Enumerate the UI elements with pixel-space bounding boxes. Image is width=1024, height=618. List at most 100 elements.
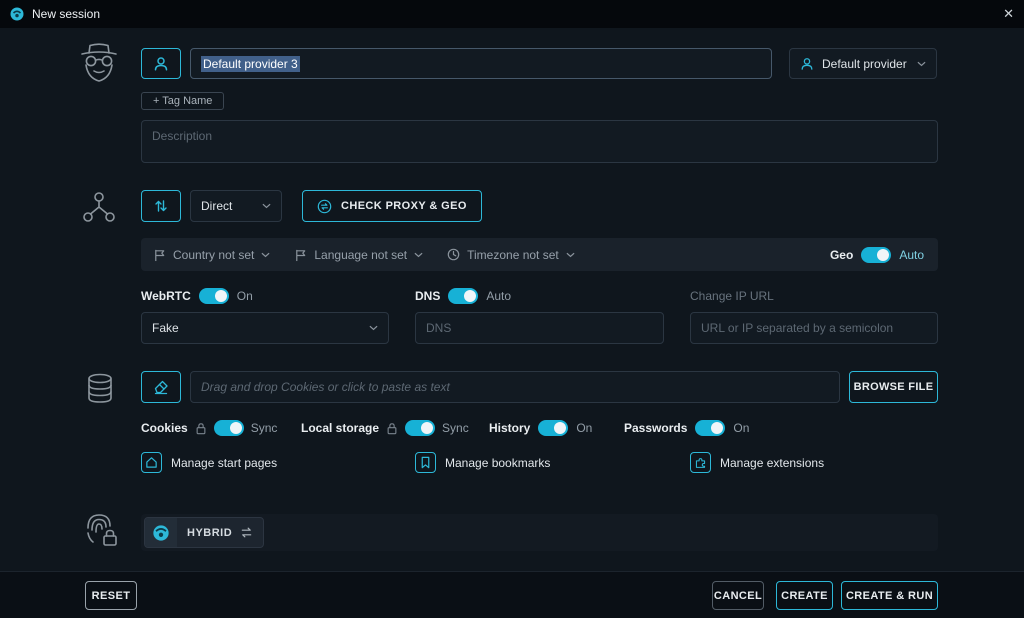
geo-state: Auto bbox=[899, 248, 924, 262]
chevron-down-icon bbox=[261, 252, 270, 258]
language-select[interactable]: Language not set bbox=[294, 248, 423, 262]
local-storage-sync-toggle[interactable] bbox=[405, 420, 435, 436]
profile-icon-button[interactable] bbox=[141, 48, 181, 79]
clock-icon bbox=[447, 248, 460, 261]
country-select[interactable]: Country not set bbox=[153, 248, 270, 262]
bookmark-icon bbox=[415, 452, 436, 473]
new-session-dialog: New session ✕ D bbox=[0, 0, 1024, 618]
cookies-sync-toggle[interactable] bbox=[214, 420, 244, 436]
lock-icon bbox=[386, 422, 398, 435]
fingerprint-mode-button[interactable]: HYBRID bbox=[144, 517, 264, 548]
chevron-down-icon bbox=[262, 203, 271, 209]
home-icon bbox=[141, 452, 162, 473]
passwords-state: On bbox=[733, 421, 749, 435]
puzzle-icon bbox=[690, 452, 711, 473]
webrtc-label: WebRTC bbox=[141, 289, 191, 303]
local-storage-label: Local storage bbox=[301, 421, 379, 435]
browser-logo-icon bbox=[145, 518, 177, 547]
dns-toggle[interactable] bbox=[448, 288, 478, 304]
webrtc-mode-select[interactable]: Fake bbox=[141, 312, 389, 344]
add-tag-label: + Tag Name bbox=[153, 95, 212, 107]
cookies-database-icon bbox=[84, 372, 116, 404]
session-name-value: Default provider 3 bbox=[201, 56, 300, 72]
change-ip-group: Change IP URL bbox=[690, 289, 774, 303]
cookies-state: Sync bbox=[251, 421, 278, 435]
create-button[interactable]: CREATE bbox=[776, 581, 833, 610]
lock-icon bbox=[195, 422, 207, 435]
footer-bar: RESET CANCEL CREATE CREATE & RUN bbox=[0, 571, 1024, 618]
description-textarea[interactable] bbox=[141, 120, 938, 163]
chevron-down-icon bbox=[917, 61, 926, 67]
cancel-label: CANCEL bbox=[714, 590, 762, 602]
browse-file-button[interactable]: BROWSE FILE bbox=[849, 371, 938, 403]
provider-select[interactable]: Default provider bbox=[789, 48, 937, 79]
manage-bookmarks-label: Manage bookmarks bbox=[445, 456, 550, 470]
passwords-toggle[interactable] bbox=[695, 420, 725, 436]
timezone-select-value: Timezone not set bbox=[467, 248, 559, 262]
close-icon[interactable]: ✕ bbox=[1003, 6, 1014, 22]
person-icon bbox=[153, 56, 169, 72]
geo-toggle[interactable] bbox=[861, 247, 891, 263]
add-tag-button[interactable]: + Tag Name bbox=[141, 92, 224, 110]
geo-settings-bar: Country not set Language not set Timezon… bbox=[141, 238, 938, 271]
proxy-mode-value: Direct bbox=[201, 199, 254, 213]
manage-start-pages-label: Manage start pages bbox=[171, 456, 277, 470]
fingerprint-lock-icon bbox=[80, 510, 120, 550]
manage-extensions-button[interactable]: Manage extensions bbox=[690, 452, 824, 473]
dns-label: DNS bbox=[415, 289, 440, 303]
webrtc-mode-value: Fake bbox=[152, 321, 361, 335]
manage-start-pages-button[interactable]: Manage start pages bbox=[141, 452, 277, 473]
webrtc-toggle[interactable] bbox=[199, 288, 229, 304]
local-storage-state: Sync bbox=[442, 421, 469, 435]
chevron-down-icon bbox=[369, 325, 378, 331]
dns-input[interactable] bbox=[415, 312, 664, 344]
proxy-network-icon bbox=[82, 190, 116, 224]
create-run-label: CREATE & RUN bbox=[846, 590, 933, 602]
manage-bookmarks-button[interactable]: Manage bookmarks bbox=[415, 452, 550, 473]
dns-state: Auto bbox=[486, 289, 511, 303]
geo-toggle-group: Geo Auto bbox=[830, 247, 924, 263]
country-select-value: Country not set bbox=[173, 248, 254, 262]
provider-select-value: Default provider bbox=[822, 57, 909, 71]
geo-label: Geo bbox=[830, 248, 853, 262]
cookies-label: Cookies bbox=[141, 421, 188, 435]
proxy-type-button[interactable] bbox=[141, 190, 181, 222]
cookies-drop-input[interactable] bbox=[190, 371, 840, 403]
history-label: History bbox=[489, 421, 530, 435]
history-toggle-group: History On bbox=[489, 420, 592, 436]
eraser-icon bbox=[153, 379, 169, 395]
history-state: On bbox=[576, 421, 592, 435]
reset-label: RESET bbox=[92, 590, 131, 602]
session-name-input[interactable]: Default provider 3 bbox=[190, 48, 772, 79]
language-select-value: Language not set bbox=[314, 248, 407, 262]
change-ip-label: Change IP URL bbox=[690, 289, 774, 303]
webrtc-toggle-group: WebRTC On bbox=[141, 288, 253, 304]
app-logo-icon bbox=[10, 7, 24, 21]
chevron-down-icon bbox=[566, 252, 575, 258]
passwords-label: Passwords bbox=[624, 421, 687, 435]
fingerprint-panel: HYBRID bbox=[141, 514, 938, 551]
local-storage-toggle-group: Local storage Sync bbox=[301, 420, 469, 436]
cookies-toggle-group: Cookies Sync bbox=[141, 420, 277, 436]
window-title: New session bbox=[32, 7, 100, 21]
proxy-mode-select[interactable]: Direct bbox=[190, 190, 282, 222]
history-toggle[interactable] bbox=[538, 420, 568, 436]
check-proxy-button[interactable]: CHECK PROXY & GEO bbox=[302, 190, 482, 222]
cancel-button[interactable]: CANCEL bbox=[712, 581, 764, 610]
swap-icon bbox=[240, 526, 253, 539]
check-proxy-label: CHECK PROXY & GEO bbox=[341, 200, 467, 212]
clear-cookies-button[interactable] bbox=[141, 371, 181, 403]
browse-file-label: BROWSE FILE bbox=[854, 381, 934, 393]
create-run-button[interactable]: CREATE & RUN bbox=[841, 581, 938, 610]
reset-button[interactable]: RESET bbox=[85, 581, 137, 610]
change-ip-input[interactable] bbox=[690, 312, 938, 344]
dns-toggle-group: DNS Auto bbox=[415, 288, 511, 304]
title-bar: New session ✕ bbox=[0, 0, 1024, 28]
timezone-select[interactable]: Timezone not set bbox=[447, 248, 575, 262]
person-icon bbox=[800, 57, 814, 71]
sort-arrows-icon bbox=[153, 198, 169, 214]
create-label: CREATE bbox=[781, 590, 828, 602]
flag-icon bbox=[153, 248, 166, 262]
webrtc-state: On bbox=[237, 289, 253, 303]
flag-icon bbox=[294, 248, 307, 262]
